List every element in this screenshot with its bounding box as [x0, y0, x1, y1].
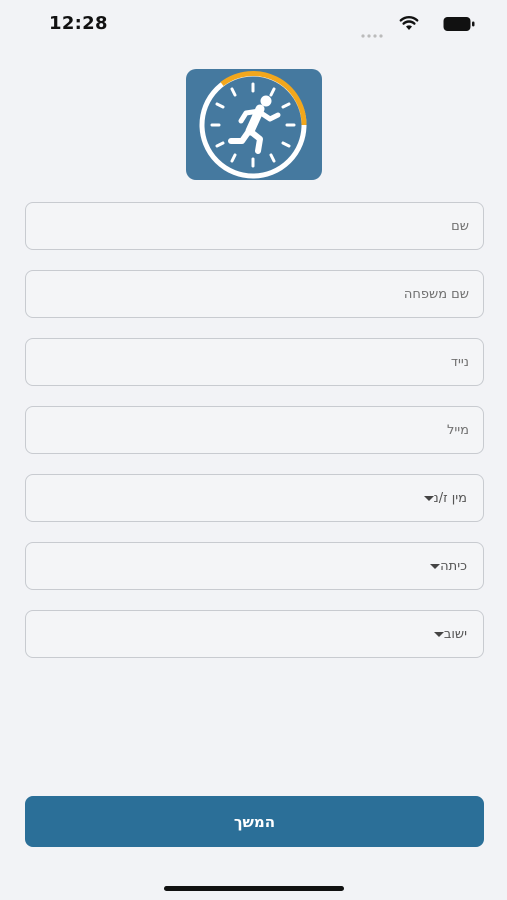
app-logo — [186, 69, 322, 180]
chevron-down-icon — [423, 495, 434, 501]
class-select-label: כיתה — [440, 558, 467, 574]
last-name-field[interactable] — [25, 270, 484, 318]
battery-icon — [443, 16, 475, 36]
email-field[interactable] — [25, 406, 484, 454]
phone-input[interactable] — [26, 339, 483, 385]
home-indicator[interactable] — [164, 886, 344, 891]
wifi-icon — [399, 15, 419, 35]
last-name-input[interactable] — [26, 271, 483, 317]
chevron-down-icon — [433, 631, 444, 637]
status-bar: 12:28 — [0, 0, 507, 48]
settlement-select[interactable]: ישוב — [25, 610, 484, 658]
settlement-select-label: ישוב — [443, 626, 467, 642]
status-time: 12:28 — [49, 13, 108, 34]
first-name-input[interactable] — [26, 203, 483, 249]
gender-select-label: מין ז/נ — [433, 490, 468, 506]
chevron-down-icon — [430, 563, 441, 569]
continue-button[interactable]: המשך — [25, 796, 484, 847]
signal-icon — [361, 25, 383, 44]
gender-select[interactable]: מין ז/נ — [25, 474, 484, 522]
first-name-field[interactable] — [25, 202, 484, 250]
stopwatch-runner-icon — [199, 71, 307, 179]
phone-field[interactable] — [25, 338, 484, 386]
email-input[interactable] — [26, 407, 483, 453]
class-select[interactable]: כיתה — [25, 542, 484, 590]
